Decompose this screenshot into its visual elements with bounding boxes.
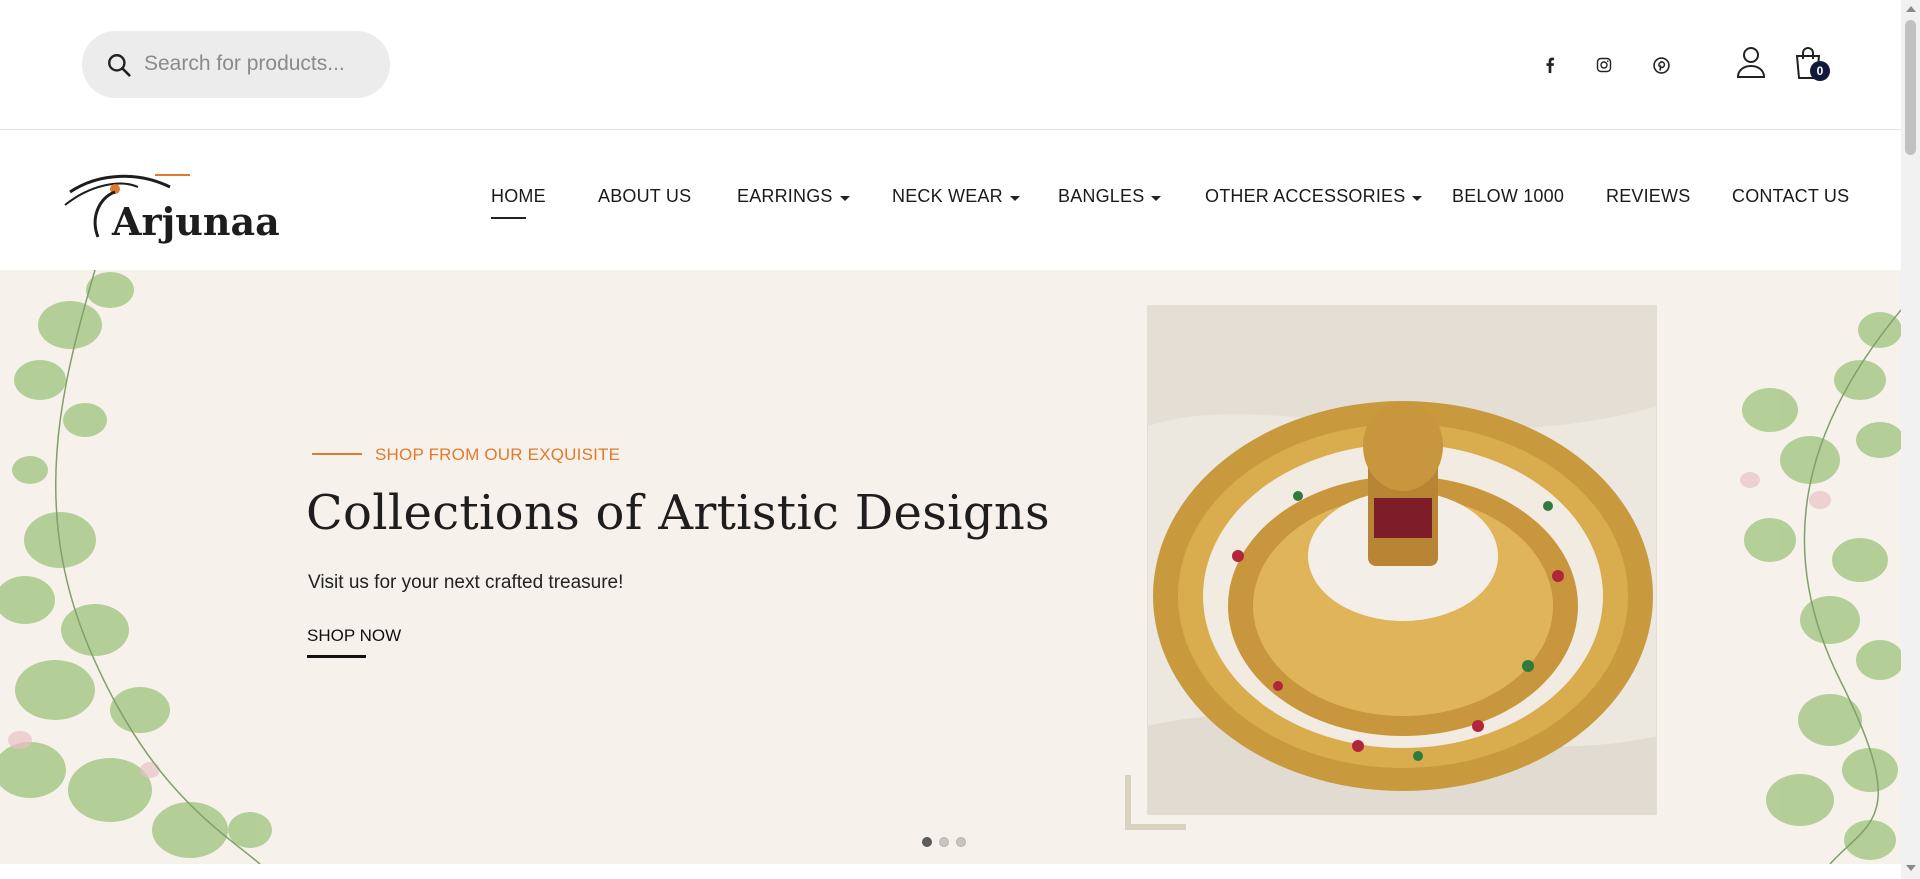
caret-down-icon [839,195,850,201]
leaves-decoration-left [0,270,272,864]
nav-reviews[interactable]: REVIEWS [1606,186,1690,207]
hero-title: Collections of Artistic Designs [306,485,1050,541]
scrollbar-thumb[interactable] [1905,20,1916,155]
hero-slider: SHOP FROM OUR EXQUISITE Collections of A… [0,270,1901,864]
logo-wordmark: Arjunaaz [111,199,280,244]
hero-product-image[interactable] [1147,305,1657,815]
nav-earrings[interactable]: EARRINGS [737,186,850,207]
brand-logo[interactable]: Arjunaaz [60,157,280,247]
active-nav-indicator [491,217,526,219]
shop-now-button[interactable]: SHOP NOW [307,626,401,646]
slide-dot-2[interactable] [939,837,949,847]
nav-other-accessories[interactable]: OTHER ACCESSORIES [1205,186,1423,207]
bangles-display-image [1148,306,1656,814]
nav-bangles[interactable]: BANGLES [1058,186,1162,207]
caret-down-icon [1412,195,1423,201]
nav-home[interactable]: HOME [491,186,546,207]
caret-down-icon [1151,195,1162,201]
hero-subtitle: Visit us for your next crafted treasure! [308,572,624,593]
slide-dot-1[interactable] [922,837,932,847]
pinterest-icon[interactable] [1650,54,1672,76]
hero-eyebrow: SHOP FROM OUR EXQUISITE [375,445,621,464]
caret-down-icon [1009,195,1020,201]
search-input[interactable] [144,45,374,83]
facebook-icon[interactable] [1539,54,1561,76]
leaves-decoration-right [1740,309,1901,864]
page-scrollbar[interactable] [1901,0,1920,879]
nav-neck-wear[interactable]: NECK WEAR [892,186,1020,207]
top-bar: 0 [0,0,1901,130]
instagram-icon[interactable] [1593,54,1615,76]
shop-now-underline [307,655,366,658]
slide-dot-3[interactable] [956,837,966,847]
slider-pagination [922,837,966,847]
search-box[interactable] [82,31,390,98]
nav-about-us[interactable]: ABOUT US [598,186,691,207]
main-navbar: Arjunaaz HOME ABOUT US EARRINGS NECK WEA… [0,131,1901,270]
scroll-down-arrow-icon[interactable] [1906,865,1916,871]
scroll-up-arrow-icon[interactable] [1906,6,1916,12]
user-icon[interactable] [1736,46,1766,78]
eyebrow-accent-line [312,453,362,455]
nav-contact-us[interactable]: CONTACT US [1732,186,1849,207]
nav-below-1000[interactable]: BELOW 1000 [1452,186,1564,207]
search-icon[interactable] [106,52,132,78]
cart-count-badge: 0 [1810,61,1830,81]
